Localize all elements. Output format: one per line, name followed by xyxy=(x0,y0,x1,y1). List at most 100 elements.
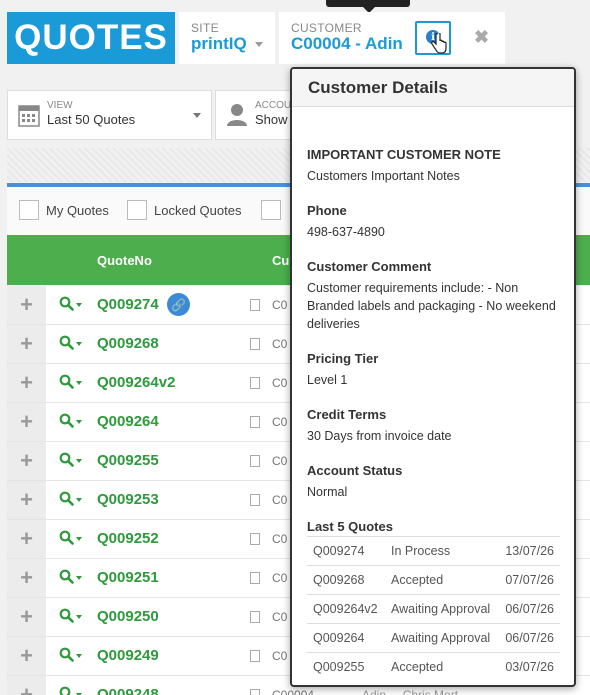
quote-number-link[interactable]: Q009253 xyxy=(97,491,159,508)
quote-number-link[interactable]: Q009250 xyxy=(97,608,159,625)
last-quote-number: Q009274 xyxy=(307,536,386,566)
quote-number-link[interactable]: Q009274 xyxy=(97,296,159,313)
customer-cell: C0 xyxy=(272,376,288,390)
document-icon xyxy=(250,299,260,311)
last-quote-row[interactable]: Q009274 In Process 13/07/26 xyxy=(307,536,560,566)
quote-number-link[interactable]: Q009249 xyxy=(97,647,159,664)
document-icon xyxy=(250,572,260,584)
document-icon xyxy=(250,533,260,545)
chevron-down-icon[interactable] xyxy=(76,459,82,463)
status-section: Account Status Normal xyxy=(307,463,560,501)
chevron-down-icon[interactable] xyxy=(76,342,82,346)
close-icon[interactable]: ✖ xyxy=(474,27,489,48)
customer-cell: C0 xyxy=(272,337,288,351)
last-quote-number: Q009264v2 xyxy=(307,594,386,624)
chevron-down-icon[interactable] xyxy=(76,498,82,502)
quote-number-link[interactable]: Q009268 xyxy=(97,335,159,352)
locked-quotes-checkbox[interactable]: Locked Quotes xyxy=(127,200,241,220)
chevron-down-icon xyxy=(193,113,201,118)
last-quote-status: In Process xyxy=(385,536,499,566)
chevron-down-icon[interactable] xyxy=(76,381,82,385)
expand-plus-icon[interactable]: + xyxy=(7,364,46,402)
customer-caption: CUSTOMER xyxy=(291,21,362,35)
search-icon[interactable] xyxy=(59,647,74,666)
expand-plus-icon[interactable]: + xyxy=(7,520,46,558)
quote-number-link[interactable]: Q009264v2 xyxy=(97,374,175,391)
site-selector[interactable]: SITE printIQ xyxy=(179,12,275,64)
expand-plus-icon[interactable]: + xyxy=(7,325,46,363)
search-icon[interactable] xyxy=(59,686,74,695)
section-title: Last 5 Quotes xyxy=(307,519,393,534)
quote-number-link[interactable]: Q009251 xyxy=(97,569,159,586)
view-dropdown[interactable]: VIEW Last 50 Quotes xyxy=(7,90,212,140)
search-icon[interactable] xyxy=(59,452,74,471)
quote-number-link[interactable]: Q009255 xyxy=(97,452,159,469)
expand-plus-icon[interactable]: + xyxy=(7,598,46,636)
search-icon[interactable] xyxy=(59,413,74,432)
search-icon[interactable] xyxy=(59,491,74,510)
section-text: 30 Days from invoice date xyxy=(307,429,452,443)
chevron-down-icon[interactable] xyxy=(76,420,82,424)
popover-title: Customer Details xyxy=(292,69,574,107)
checkbox-box[interactable] xyxy=(127,200,147,220)
site-caption: SITE xyxy=(191,21,219,35)
customer-cell: C0 xyxy=(272,454,288,468)
search-icon[interactable] xyxy=(59,335,74,354)
last-quote-date: 07/07/26 xyxy=(498,565,560,595)
customer-details-popover: Customer Details IMPORTANT CUSTOMER NOTE… xyxy=(290,67,576,687)
search-icon[interactable] xyxy=(59,608,74,627)
last-quote-number: Q009255 xyxy=(307,652,386,682)
quote-number-link[interactable]: Q009248 xyxy=(97,686,159,695)
view-value: Last 50 Quotes xyxy=(47,112,136,127)
chevron-down-icon[interactable] xyxy=(76,303,82,307)
search-icon[interactable] xyxy=(59,296,74,315)
customer-cell: C0 xyxy=(272,493,288,507)
expand-plus-icon[interactable]: + xyxy=(7,442,46,480)
search-icon[interactable] xyxy=(59,374,74,393)
document-icon xyxy=(250,689,260,695)
section-title: Pricing Tier xyxy=(307,351,379,366)
pricing-section: Pricing Tier Level 1 xyxy=(307,351,560,389)
third-checkbox[interactable] xyxy=(261,200,288,220)
my-quotes-checkbox[interactable]: My Quotes xyxy=(19,200,109,220)
search-icon[interactable] xyxy=(59,530,74,549)
customer-cell: C0 xyxy=(272,298,288,312)
chevron-down-icon[interactable] xyxy=(76,654,82,658)
expand-plus-icon[interactable]: + xyxy=(7,481,46,519)
customer-selector[interactable]: CUSTOMER C00004 - Adin xyxy=(279,12,505,64)
expand-plus-icon[interactable]: + xyxy=(7,403,46,441)
top-bar: QUOTES SITE printIQ CUSTOMER C00004 - Ad… xyxy=(0,0,590,76)
expand-plus-icon[interactable]: + xyxy=(7,676,46,695)
customer-cell: C0 xyxy=(272,571,288,585)
chevron-down-icon xyxy=(255,42,263,47)
last-quote-date: 03/07/26 xyxy=(498,652,560,682)
expand-plus-icon[interactable]: + xyxy=(7,637,46,675)
quote-number-link[interactable]: Q009252 xyxy=(97,530,159,547)
last-quote-row[interactable]: Q009268 Accepted 07/07/26 xyxy=(307,565,560,595)
last-quote-row[interactable]: Q009264 Awaiting Approval 06/07/26 xyxy=(307,623,560,653)
section-text: Normal xyxy=(307,485,348,499)
last-quote-row[interactable]: Q009264v2 Awaiting Approval 06/07/26 xyxy=(307,594,560,624)
checkbox-box[interactable] xyxy=(19,200,39,220)
customer-info-button[interactable]: i xyxy=(415,21,451,55)
section-text: Customers Important Notes xyxy=(307,169,460,183)
search-icon[interactable] xyxy=(59,569,74,588)
chevron-down-icon[interactable] xyxy=(76,537,82,541)
expand-plus-icon[interactable]: + xyxy=(7,286,46,324)
last-quote-row[interactable]: Q009255 Accepted 03/07/26 xyxy=(307,652,560,682)
chevron-down-icon[interactable] xyxy=(76,615,82,619)
link-icon[interactable]: 🔗 xyxy=(167,293,190,316)
column-header-quoteno[interactable]: QuoteNo xyxy=(97,253,152,268)
document-icon xyxy=(250,416,260,428)
important-note-section: IMPORTANT CUSTOMER NOTE Customers Import… xyxy=(307,147,560,185)
last-quote-status: Awaiting Approval xyxy=(385,594,499,624)
expand-plus-icon[interactable]: + xyxy=(7,559,46,597)
checkbox-box[interactable] xyxy=(261,200,281,220)
section-text: Level 1 xyxy=(307,373,348,387)
column-header-customer[interactable]: Cu xyxy=(272,253,289,268)
checkbox-label: Locked Quotes xyxy=(154,202,242,218)
document-icon xyxy=(250,338,260,350)
page-title: QUOTES xyxy=(7,12,175,64)
quote-number-link[interactable]: Q009264 xyxy=(97,413,159,430)
chevron-down-icon[interactable] xyxy=(76,576,82,580)
